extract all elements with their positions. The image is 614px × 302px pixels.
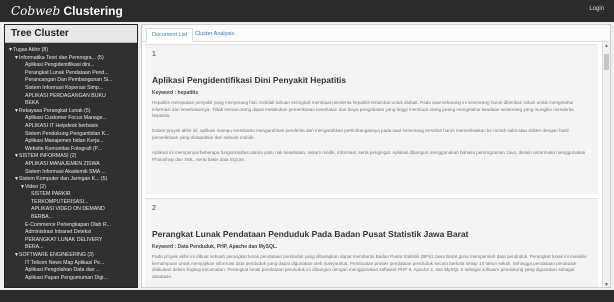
tree-item-label: TERKOMPUTERISASI... [31, 198, 89, 205]
tree-item[interactable]: Website Komunitas Fotografi (P... [8, 146, 137, 154]
tree-item[interactable]: APLIKASI VIDEO ON DEMAND [8, 206, 137, 214]
login-link[interactable]: Login [589, 6, 604, 12]
tree-item[interactable]: Aplikasi Papan Pengumuman Digi... [8, 275, 137, 283]
tree-item-label: Aplikasi Manajemen bidan Kerja... [25, 138, 104, 145]
tree-item[interactable]: BERBA... [8, 214, 137, 222]
document-title[interactable]: Perangkat Lunak Pendataan Penduduk Pada … [152, 229, 469, 239]
tree-item[interactable]: APLIKASI PERDAGANGAN BUKU [8, 93, 137, 101]
tab-cluster-analysis[interactable]: Cluster Analysis [190, 28, 239, 42]
document-abstract-p1: Pada proyek akhir ini dibuat sebuah pera… [152, 254, 587, 279]
brand-prefix: Cobweb [11, 4, 61, 18]
tree-item-label: Perancangan Dan Pembangunan Si... [25, 77, 113, 84]
tree-item-label: Aplikasi Pengidentifikasi dini... [25, 62, 95, 69]
top-navbar: Cobweb Clustering Login [0, 0, 614, 22]
tree-item[interactable]: PERANGKAT LUNAK DELIVERY [8, 237, 137, 245]
tree-item-label: SOFTWARE ENGINEERING (3) [19, 252, 94, 259]
tree-item[interactable]: ▼Tugas Akhir (8) [8, 47, 137, 55]
tab-document-list[interactable]: Document List [146, 28, 194, 42]
tree-item-label: APLIKASI IT Helpdesk berbasis [25, 122, 99, 129]
tree-item[interactable]: Aplikasi Pengolahan Data dan ... [8, 267, 137, 275]
tree-item[interactable]: ▼Rekayasa Perangkat Lunak (5) [8, 108, 137, 116]
tree-item[interactable]: BEKA [8, 100, 137, 108]
tree-item-label: BEKA [25, 100, 39, 107]
tree-item-label: Website Komunitas Fotografi (P... [25, 145, 102, 152]
tree-item-label: E-Commerce Perlengkapan Olah R... [25, 221, 111, 228]
tree-item[interactable]: Perangkat Lunak Pendataan Pend... [8, 70, 137, 78]
document-keyword: Keyword : Data Penduduk, PHP, Apache dan… [152, 244, 278, 250]
brand-name: Clustering [63, 4, 123, 18]
tree-item-label: BERBA... [31, 214, 53, 221]
tree-item-label: PERANGKAT LUNAK DELIVERY [25, 236, 103, 243]
tree-item-label: IT Telkom News Map Aplikasi Pe... [25, 259, 105, 266]
tree-item-label: SISTEM PARKIR [31, 191, 71, 198]
scroll-up-icon[interactable]: ▲ [604, 43, 609, 49]
tree-item-label: Aplikasi Customer Focus Manage... [25, 115, 107, 122]
tree-item[interactable]: Perancangan Dan Pembangunan Si... [8, 77, 137, 85]
tree-item-label: Aplikasi Papan Pengumuman Digi... [25, 274, 108, 281]
tree-item-label: APLIKASI MANAJEMEN ZISWA [25, 160, 100, 167]
tree-item[interactable]: SISTEM PARKIR [8, 191, 137, 199]
tree-item-label: Sistem Informasi Koperasi Simp... [25, 84, 104, 91]
tree-item[interactable]: ▼Informatika Teori dan Pemrogra... (5) [8, 55, 137, 63]
tree-item-label: Sistem Informasi Akademik SMA ... [25, 168, 106, 175]
scroll-thumb[interactable] [604, 54, 609, 70]
document-card: 2 Perangkat Lunak Pendataan Penduduk Pad… [145, 198, 598, 287]
tree-item-label: Rekayasa Perangkat Lunak (5) [19, 107, 91, 114]
tree-cluster-title: Tree Cluster [5, 25, 137, 43]
tree-item[interactable]: Aplikasi Manajemen bidan Kerja... [8, 138, 137, 146]
tree-item-label: Informatika Teori dan Pemrogra... (5) [19, 54, 104, 61]
tree-item-label: Aplikasi Pengolahan Data dan ... [25, 267, 101, 274]
document-number: 1 [152, 51, 156, 58]
tree-cluster-panel: Tree Cluster ▼Tugas Akhir (8) ▼Informatik… [4, 24, 138, 288]
document-title[interactable]: Aplikasi Pengidentifikasi Dini Penyakit … [152, 75, 346, 85]
tree-item[interactable]: IT Telkom News Map Aplikasi Pe... [8, 260, 137, 268]
tree-item-label: BERA... [25, 244, 44, 251]
document-list: 1 Aplikasi Pengidentifikasi Dini Penyaki… [145, 44, 598, 287]
footer-bar [0, 290, 614, 302]
tree-item[interactable]: APLIKASI MANAJEMEN ZISWA [8, 161, 137, 169]
tree-item[interactable]: ▼Sistem Komputer dan Jaringan K... (5) [8, 176, 137, 184]
tree-item[interactable]: ▼SISTEM INFORMASI (2) [8, 153, 137, 161]
tree-item[interactable]: Sistem Informasi Koperasi Simp... [8, 85, 137, 93]
tree-item[interactable]: TERKOMPUTERISASI... [8, 199, 137, 207]
tree-item-label: APLIKASI PERDAGANGAN BUKU [25, 92, 106, 99]
tree-item-label: Sistem Komputer dan Jaringan K... (5) [19, 176, 108, 183]
tree-item[interactable]: Aplikasi Customer Focus Manage... [8, 115, 137, 123]
tree-item[interactable]: ▼Video (2) [8, 184, 137, 192]
tree-item[interactable]: ▼SOFTWARE ENGINEERING (3) [8, 252, 137, 260]
tree-item-label: Video (2) [25, 183, 46, 190]
tab-bar: Document List Cluster Analysis [142, 25, 610, 42]
tree-item-label: Perangkat Lunak Pendataan Pend... [25, 69, 109, 76]
tree-item[interactable]: BERA... [8, 244, 137, 252]
cluster-tree: ▼Tugas Akhir (8) ▼Informatika Teori dan P… [5, 43, 137, 282]
tree-item[interactable]: E-Commerce Perlengkapan Olah R... [8, 222, 137, 230]
tree-item-label: SISTEM INFORMASI (2) [19, 153, 77, 160]
document-abstract-p2: Dalam proyek akhir ini, aplikasi mampu m… [152, 128, 569, 140]
main-panel: Document List Cluster Analysis 1 Aplikas… [141, 24, 611, 288]
tree-item[interactable]: APLIKASI IT Helpdesk berbasis [8, 123, 137, 131]
scroll-down-icon[interactable]: ▼ [604, 282, 609, 287]
document-number: 2 [152, 205, 156, 212]
tree-item-label: APLIKASI VIDEO ON DEMAND [31, 206, 105, 213]
document-keyword: Keyword : hepatitis [152, 90, 199, 96]
tree-item-label: Sistem Pendukung Pengambilan K... [25, 130, 110, 137]
tree-item[interactable]: Sistem Pendukung Pengambilan K... [8, 131, 137, 139]
tree-item[interactable]: Administrasi Intranet Deteksi [8, 229, 137, 237]
content-scrollbar[interactable]: ▲ ▼ [602, 42, 610, 287]
app-brand[interactable]: Cobweb Clustering [11, 4, 123, 18]
tree-item[interactable]: Aplikasi Pengidentifikasi dini... [8, 62, 137, 70]
tree-item-label: Tugas Akhir (8) [13, 47, 48, 53]
document-abstract-p1: Hepatitis merupakan penyakit yang menyer… [152, 100, 574, 119]
tree-item[interactable]: Sistem Informasi Akademik SMA ... [8, 169, 137, 177]
document-abstract-p3: Aplikasi ini mempunyai beberapa fungsion… [152, 150, 586, 162]
tree-item-label: Administrasi Intranet Deteksi [25, 229, 92, 236]
document-card: 1 Aplikasi Pengidentifikasi Dini Penyaki… [145, 44, 598, 194]
